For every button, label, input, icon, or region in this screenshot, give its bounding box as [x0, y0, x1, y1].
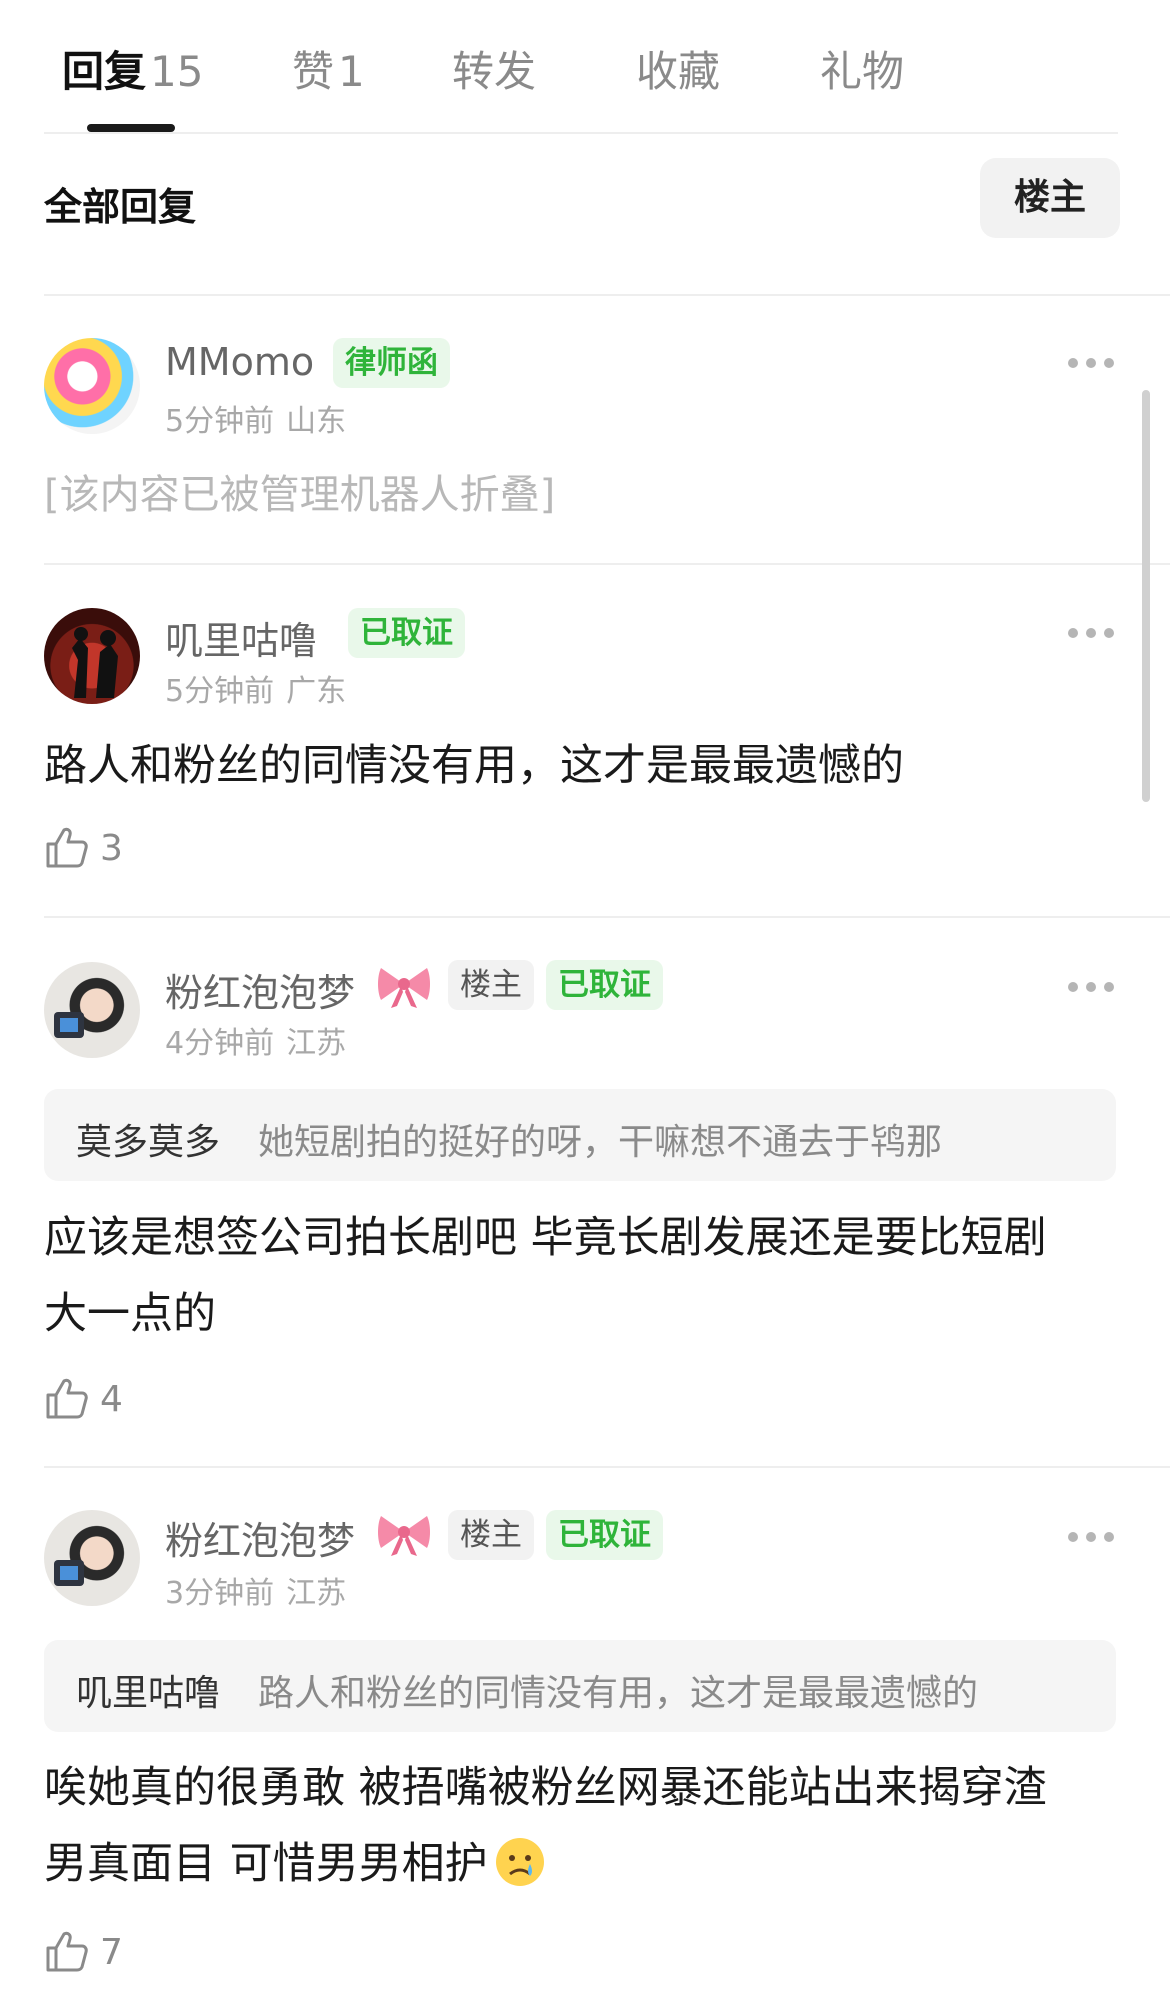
thumbs-up-icon [46, 827, 88, 868]
tab-favorites-label: 收藏 [636, 47, 721, 96]
photo-thumbnail [54, 1012, 84, 1038]
quoted-reply[interactable]: 莫多莫多 她短剧拍的挺好的呀，干嘛想不通去于鸨那 [44, 1089, 1116, 1181]
tab-replies-label: 回复 [62, 47, 147, 96]
comment-meta: 5分钟前 山东 [165, 396, 346, 440]
ribbon-bow-emoji [378, 1516, 430, 1556]
comment-content: 唉她真的很勇敢 被捂嘴被粉丝网暴还能站出来揭穿渣男真面目 可惜男男相护 [44, 1750, 1084, 1902]
comment-meta: 3分钟前 江苏 [165, 1568, 346, 1612]
lawyer-letter-badge: 律师函 [333, 338, 450, 388]
scrollbar[interactable] [1142, 390, 1150, 802]
tab-reposts[interactable]: 转发 [452, 38, 536, 99]
sad-tear-emoji [495, 1838, 544, 1886]
comment-divider [44, 563, 1170, 565]
evidence-badge: 已取证 [546, 1510, 663, 1560]
tab-likes-count: 1 [338, 47, 365, 96]
avatar[interactable] [44, 962, 140, 1058]
comment-location: 江苏 [286, 1576, 347, 1611]
tab-gifts[interactable]: 礼物 [820, 38, 904, 99]
section-divider [44, 294, 1170, 296]
avatar[interactable] [44, 608, 140, 704]
comment-divider [44, 916, 1170, 918]
more-options-button[interactable] [1066, 1526, 1116, 1546]
thumbs-up-icon [46, 1378, 88, 1419]
tab-likes[interactable]: 赞1 [292, 38, 365, 99]
username[interactable]: 粉红泡泡梦 [165, 962, 355, 1017]
more-options-button[interactable] [1066, 976, 1116, 996]
tab-likes-label: 赞 [292, 47, 335, 96]
folded-content-notice: [该内容已被管理机器人折叠] [44, 472, 556, 518]
comment-location: 广东 [286, 674, 347, 709]
owner-badge: 楼主 [448, 960, 534, 1010]
avatar[interactable] [44, 338, 140, 434]
quoted-username[interactable]: 莫多莫多 [76, 1113, 220, 1165]
comment-location: 江苏 [286, 1026, 347, 1061]
tab-replies[interactable]: 回复15 [62, 38, 203, 99]
tab-reposts-label: 转发 [452, 47, 537, 96]
username[interactable]: 粉红泡泡梦 [165, 1510, 355, 1565]
tabs-divider [44, 132, 1118, 134]
tab-gifts-label: 礼物 [820, 47, 905, 96]
photo-thumbnail [54, 1560, 84, 1586]
comment-meta: 5分钟前 广东 [165, 666, 346, 710]
comment-location: 山东 [286, 404, 347, 439]
quoted-text: 路人和粉丝的同情没有用，这才是最最遗憾的 [258, 1673, 979, 1714]
reply-tabs: 回复15 赞1 转发 收藏 礼物 [0, 0, 1170, 134]
comment-time: 5分钟前 [165, 674, 275, 709]
evidence-badge: 已取证 [348, 608, 465, 658]
comment-time: 5分钟前 [165, 404, 275, 439]
all-replies-title: 全部回复 [44, 185, 197, 229]
like-count: 3 [100, 828, 123, 869]
comment-content: 应该是想签公司拍长剧吧 毕竟长剧发展还是要比短剧大一点的 [44, 1213, 1047, 1339]
owner-badge: 楼主 [448, 1510, 534, 1560]
quoted-username[interactable]: 叽里咕噜 [76, 1664, 220, 1716]
active-tab-indicator [87, 124, 175, 132]
comment-meta: 4分钟前 江苏 [165, 1018, 346, 1062]
comment-time: 4分钟前 [165, 1026, 275, 1061]
evidence-badge: 已取证 [546, 960, 663, 1010]
quoted-reply[interactable]: 叽里咕噜 路人和粉丝的同情没有用，这才是最最遗憾的 [44, 1640, 1116, 1732]
owner-only-filter-button[interactable]: 楼主 [980, 158, 1120, 238]
ribbon-bow-emoji [378, 968, 430, 1008]
tab-favorites[interactable]: 收藏 [636, 38, 720, 99]
like-count: 7 [100, 1932, 123, 1973]
like-count: 4 [100, 1379, 123, 1420]
tab-replies-count: 15 [150, 47, 204, 96]
avatar[interactable] [44, 1510, 140, 1606]
username[interactable]: 叽里咕噜 [165, 610, 317, 665]
username[interactable]: MMomo [165, 340, 314, 384]
more-options-button[interactable] [1066, 352, 1116, 372]
thumbs-up-icon [46, 1931, 88, 1972]
comment-time: 3分钟前 [165, 1576, 275, 1611]
comment-content: 路人和粉丝的同情没有用，这才是最最遗憾的 [44, 741, 904, 791]
quoted-text: 她短剧拍的挺好的呀，干嘛想不通去于鸨那 [258, 1122, 943, 1163]
comment-divider [44, 1466, 1170, 1468]
more-options-button[interactable] [1066, 622, 1116, 642]
silhouette-image [72, 627, 118, 698]
